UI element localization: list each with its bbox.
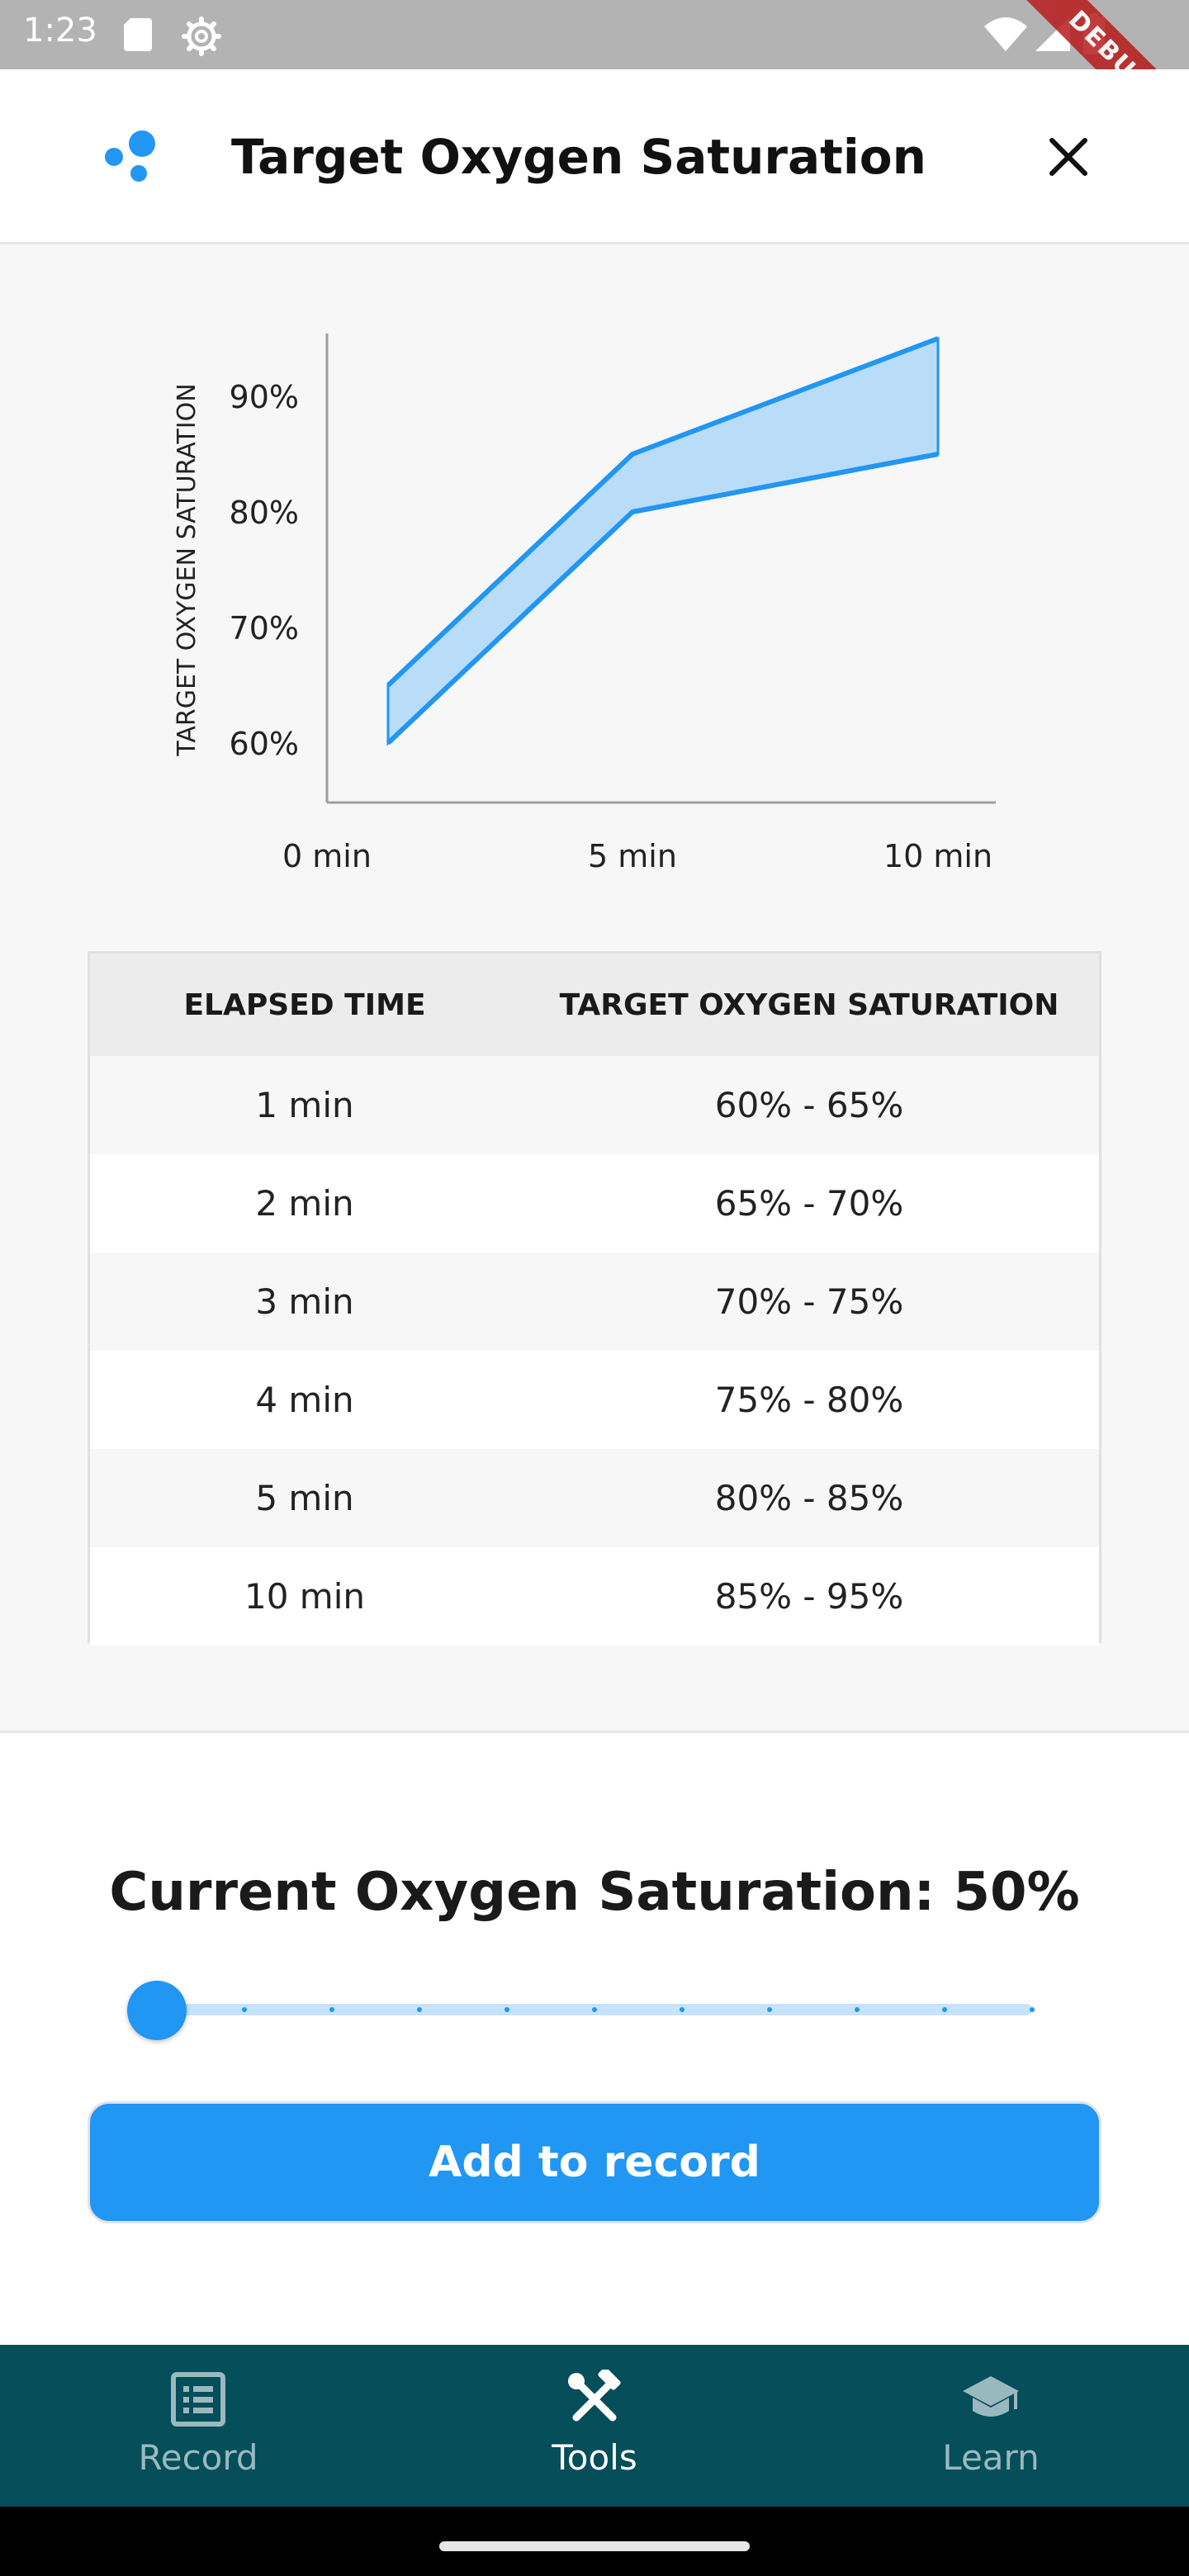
x-tick-label: 5 min (588, 838, 677, 874)
close-icon (1049, 138, 1087, 176)
current-saturation-label: Current Oxygen Saturation: 50% (109, 1862, 1080, 1923)
nav-label-learn: Learn (942, 2437, 1040, 2478)
slider-tick (592, 2007, 597, 2012)
chart-svg: 60% 70% 80% 90% 0 min 5 min 10 min TARGET OXYGE… (173, 334, 996, 874)
status-bar: 1:23 DEBUG (0, 0, 1189, 162)
list-icon (171, 2372, 225, 2427)
row-time: 5 min (255, 1478, 354, 1518)
header-target-saturation: TARGET OXYGEN SATURATION (559, 987, 1059, 1022)
y-tick-label: 80% (230, 495, 299, 531)
row-saturation: 65% - 70% (714, 1183, 904, 1224)
slider-thumb[interactable] (127, 1981, 187, 2040)
nav-label-tools: Tools (552, 2437, 637, 2478)
header-elapsed-time: ELAPSED TIME (183, 987, 426, 1022)
bottom-nav: Record Tools Learn (0, 2345, 1189, 2507)
y-axis-title: TARGET OXYGEN SATURATION (173, 383, 201, 756)
slider-tick (242, 2007, 247, 2012)
y-tick-label: 90% (230, 379, 299, 415)
app-bar: Target Oxygen Saturation (0, 69, 1189, 244)
nav-item-record[interactable]: Record (0, 2345, 396, 2507)
bubbles-logo-icon (105, 130, 155, 182)
row-saturation: 75% - 80% (714, 1380, 904, 1420)
table-row: 3 min 70% - 75% (90, 1252, 1099, 1351)
row-saturation: 60% - 65% (714, 1085, 904, 1125)
row-saturation: 70% - 75% (714, 1281, 904, 1322)
system-navigation-bar (0, 2507, 1189, 2576)
close-button[interactable] (1037, 125, 1100, 188)
table-row: 1 min 60% - 65% (90, 1056, 1099, 1154)
slider-tick (855, 2007, 860, 2012)
row-saturation: 80% - 85% (714, 1478, 904, 1518)
slider-tick (680, 2007, 685, 2012)
y-tick-label: 70% (230, 610, 299, 646)
screen: 1:23 DEBUG Target Oxygen Saturation 60% … (0, 0, 1189, 2576)
table-row: 10 min 85% - 95% (90, 1547, 1099, 1646)
table-body: 1 min 60% - 65% 2 min 65% - 70% 3 min 70… (90, 1056, 1099, 1646)
table-header: ELAPSED TIME TARGET OXYGEN SATURATION (90, 954, 1099, 1056)
slider-tick (767, 2007, 772, 2012)
sd-card-icon (124, 18, 152, 51)
table-row: 2 min 65% - 70% (90, 1154, 1099, 1252)
row-saturation: 85% - 95% (714, 1576, 904, 1617)
x-tick-label: 0 min (282, 838, 372, 874)
row-time: 2 min (255, 1183, 354, 1224)
slider-tick (504, 2007, 509, 2012)
nav-label-record: Record (138, 2437, 258, 2478)
add-to-record-button[interactable]: Add to record (88, 2101, 1101, 2223)
x-tick-label: 10 min (883, 838, 992, 874)
school-icon (963, 2376, 1019, 2417)
y-tick-label: 60% (230, 726, 299, 762)
nav-item-tools[interactable]: Tools (396, 2345, 793, 2507)
row-time: 4 min (255, 1380, 354, 1420)
target-band-area (386, 336, 940, 746)
tools-icon (568, 2370, 621, 2422)
nav-item-learn[interactable]: Learn (793, 2345, 1189, 2507)
slider-tick (329, 2007, 334, 2012)
wifi-icon (984, 17, 1027, 51)
row-time: 3 min (255, 1281, 354, 1322)
saturation-table: ELAPSED TIME TARGET OXYGEN SATURATION 1 … (88, 951, 1101, 1646)
saturation-slider[interactable] (124, 1977, 1035, 2043)
table-row: 5 min 80% - 85% (90, 1449, 1099, 1547)
home-gesture-bar[interactable] (439, 2541, 750, 2551)
slider-tick (1030, 2007, 1035, 2012)
row-time: 10 min (244, 1576, 365, 1617)
status-time: 1:23 (23, 12, 97, 50)
settings-icon (182, 17, 221, 56)
slider-tick (942, 2007, 947, 2012)
row-time: 1 min (255, 1085, 354, 1125)
current-saturation-panel: Current Oxygen Saturation: 50% Add to re… (0, 1731, 1189, 2345)
page-title: Target Oxygen Saturation (231, 129, 926, 185)
table-row: 4 min 75% - 80% (90, 1351, 1099, 1449)
saturation-chart: 60% 70% 80% 90% 0 min 5 min 10 min TARGET OXYGE… (0, 248, 1189, 908)
slider-tick (417, 2007, 422, 2012)
